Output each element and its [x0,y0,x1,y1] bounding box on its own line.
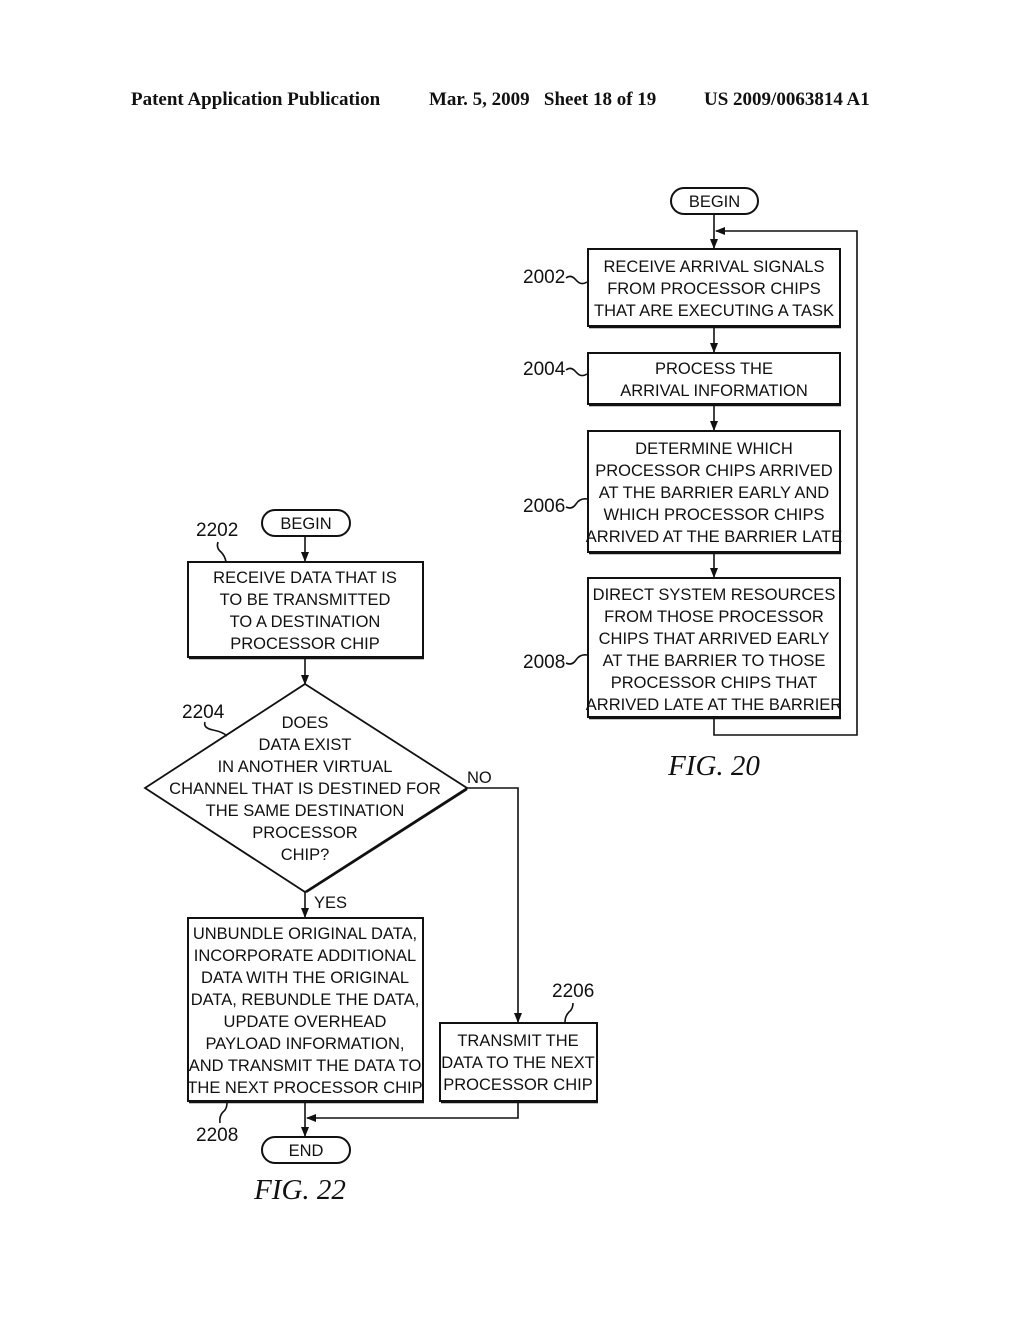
step-2202-line: TO BE TRANSMITTED [220,591,391,609]
step-2006-line: ARRIVED AT THE BARRIER LATE [586,528,842,546]
decision-2204-line: CHANNEL THAT IS DESTINED FOR [169,780,441,798]
ref-2202: 2202 [196,520,238,541]
decision-2204-line: THE SAME DESTINATION [206,802,405,820]
step-2202-line: TO A DESTINATION [230,613,381,631]
leader-line [565,275,588,285]
decision-2204-line: PROCESSOR [252,824,358,842]
step-2008-line: FROM THOSE PROCESSOR [604,608,824,626]
leader-line [565,498,588,509]
no-label: NO [467,769,492,787]
decision-2204-line: DOES [282,714,329,732]
step-2006-line: DETERMINE WHICH [635,440,793,458]
fig22-arrow-no [467,787,522,1023]
step-2002-line: RECEIVE ARRIVAL SIGNALS [604,258,825,276]
fig22-caption: FIG. 22 [253,1174,346,1206]
yes-label: YES [314,894,347,912]
step-2008-line: DIRECT SYSTEM RESOURCES [593,586,836,604]
leader-line [564,1002,574,1023]
step-2208-line: DATA WITH THE ORIGINAL [201,969,409,987]
step-2206-line: DATA TO THE NEXT [441,1054,594,1072]
fig22-begin-label: BEGIN [280,515,331,533]
step-2008-line: AT THE BARRIER TO THOSE [603,652,826,670]
step-2006-line: PROCESSOR CHIPS ARRIVED [595,462,833,480]
step-2006-line: AT THE BARRIER EARLY AND [599,484,830,502]
step-2206-line: TRANSMIT THE [457,1032,578,1050]
ref-2208: 2208 [196,1125,238,1146]
step-2006-line: WHICH PROCESSOR CHIPS [604,506,825,524]
fig22-flowchart: BEGIN 2202 RECEIVE DATA THAT IS TO BE TR… [143,509,598,1206]
step-2208-line: UPDATE OVERHEAD [224,1013,387,1031]
step-2004-line: ARRIVAL INFORMATION [620,382,808,400]
step-2208-line: INCORPORATE ADDITIONAL [194,947,416,965]
ref-2006: 2006 [523,496,565,517]
step-2208-line: THE NEXT PROCESSOR CHIP [187,1079,422,1097]
step-2206-line: PROCESSOR CHIP [443,1076,592,1094]
fig20-begin-label: BEGIN [689,193,740,211]
step-2208-line: PAYLOAD INFORMATION, [206,1035,405,1053]
decision-2204-line: CHIP? [281,846,330,864]
decision-2204-line: DATA EXIST [259,736,352,754]
step-2202-line: RECEIVE DATA THAT IS [213,569,397,587]
step-2002-line: THAT ARE EXECUTING A TASK [594,302,834,320]
fig22-arrow-2206-end [306,1103,519,1122]
decision-2204-line: IN ANOTHER VIRTUAL [218,758,393,776]
step-2002-line: FROM PROCESSOR CHIPS [607,280,821,298]
fig20-flowchart: BEGIN RECEIVE ARRIVAL SIGNALS FROM PROCE… [523,187,858,782]
step-2008-line: ARRIVED LATE AT THE BARRIER [586,696,843,714]
leader-line [216,541,227,563]
ref-2004: 2004 [523,359,566,380]
leader-line [565,367,588,377]
patent-figures: BEGIN RECEIVE ARRIVAL SIGNALS FROM PROCE… [143,187,858,1206]
leader-line [565,654,588,665]
ref-2002: 2002 [523,267,565,288]
step-2208-line: UNBUNDLE ORIGINAL DATA, [193,925,417,943]
step-2208-line: AND TRANSMIT THE DATA TO [189,1057,422,1075]
fig20-caption: FIG. 20 [667,750,760,782]
step-2008-line: CHIPS THAT ARRIVED EARLY [599,630,830,648]
ref-2206: 2206 [552,981,594,1002]
step-2008-line: PROCESSOR CHIPS THAT [611,674,818,692]
step-2202-line: PROCESSOR CHIP [230,635,379,653]
ref-2204: 2204 [182,702,225,723]
step-2004-line: PROCESS THE [655,360,773,378]
leader-line [219,1102,228,1124]
fig22-end-label: END [289,1142,324,1160]
ref-2008: 2008 [523,652,565,673]
step-2208-line: DATA, REBUNDLE THE DATA, [191,991,420,1009]
leader-line [203,721,228,737]
